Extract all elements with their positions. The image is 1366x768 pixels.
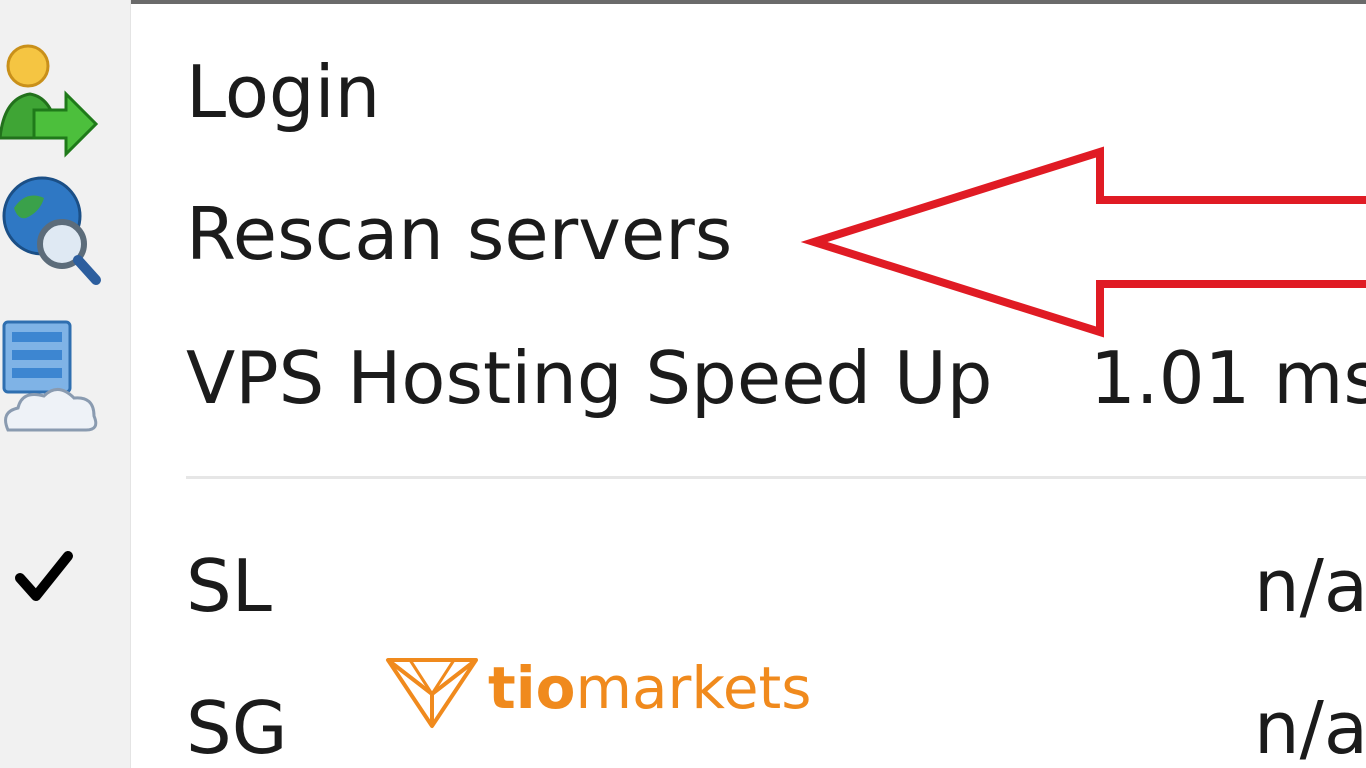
menu-separator xyxy=(186,476,1366,479)
tiomarkets-wordmark: tiomarkets xyxy=(488,652,812,724)
annotation-arrow-icon xyxy=(800,146,1366,338)
globe-magnifier-icon xyxy=(2,176,101,285)
server-item-sl[interactable]: SL n/a xyxy=(0,510,1366,650)
server-ping-value: n/a xyxy=(1254,544,1366,628)
ping-value: 1.01 ms xyxy=(1090,336,1366,420)
tiomarkets-logo-mark-icon xyxy=(386,658,478,728)
menu-item-label: Rescan servers xyxy=(186,192,733,276)
brand-bold: tio xyxy=(488,654,576,722)
server-ping-value: n/a xyxy=(1254,686,1366,768)
tiomarkets-logo: tiomarkets xyxy=(384,652,814,732)
server-label: SL xyxy=(186,544,272,628)
menu-item-label: Login xyxy=(186,50,381,134)
vps-cloud-server-icon xyxy=(2,320,98,432)
checkmark-icon xyxy=(15,551,73,601)
context-menu: Login Rescan servers VPS Hosting Speed U… xyxy=(0,0,1366,768)
menu-item-login[interactable]: Login xyxy=(0,20,1366,160)
brand-rest: markets xyxy=(575,654,812,722)
login-user-arrow-icon xyxy=(0,44,99,158)
menu-top-border xyxy=(0,0,1366,4)
server-label: SG xyxy=(186,686,288,768)
menu-item-label: VPS Hosting Speed Up xyxy=(186,336,993,420)
